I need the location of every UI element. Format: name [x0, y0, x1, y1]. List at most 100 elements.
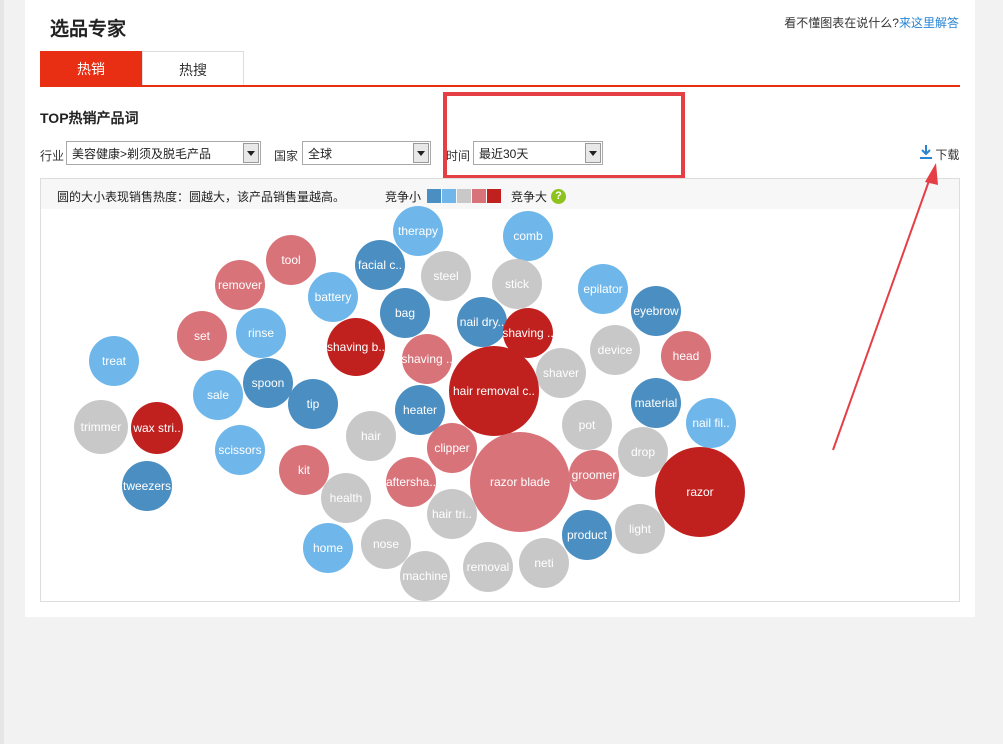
bubble-label: shaving ..	[502, 326, 553, 340]
bubble-item[interactable]: health	[321, 473, 371, 523]
page-title: 选品专家	[50, 19, 127, 40]
bubble-label: sale	[207, 388, 229, 402]
bubble-item[interactable]: shaver	[536, 348, 586, 398]
left-edge-strip	[0, 0, 4, 744]
bubble-item[interactable]: scissors	[215, 425, 265, 475]
bubble-item[interactable]: set	[177, 311, 227, 361]
bubble-item[interactable]: heater	[395, 385, 445, 435]
help-text: 看不懂图表在说什么?来这里解答	[784, 14, 959, 31]
bubble-item[interactable]: bag	[380, 288, 430, 338]
bubble-label: material	[635, 396, 678, 410]
section-title: TOP热销产品词	[40, 110, 139, 126]
bubble-item[interactable]: remover	[215, 260, 265, 310]
bubble-label: heater	[403, 403, 437, 417]
bubble-item[interactable]: trimmer	[74, 400, 128, 454]
bubble-label: comb	[513, 229, 543, 243]
bubble-item[interactable]: pot	[562, 400, 612, 450]
bubble-item[interactable]: wax stri..	[131, 402, 183, 454]
bubble-item[interactable]: head	[661, 331, 711, 381]
bubble-item[interactable]: tweezers	[122, 461, 172, 511]
download-button[interactable]: 下载	[920, 145, 959, 163]
bubble-item[interactable]: hair removal c..	[449, 346, 539, 436]
bubble-item[interactable]: shaving ..	[401, 334, 453, 384]
country-select[interactable]: 全球	[302, 141, 431, 165]
bubble-item[interactable]: therapy	[393, 206, 443, 256]
bubble-label: epilator	[583, 282, 622, 296]
annotation-highlight-box	[443, 92, 685, 179]
tab-hot-search[interactable]: 热搜	[142, 51, 244, 86]
bubble-label: home	[313, 541, 343, 555]
bubble-label: groomer	[572, 468, 617, 482]
bubble-label: tweezers	[123, 479, 171, 493]
tab-underline	[40, 85, 960, 87]
bubble-item[interactable]: tip	[288, 379, 338, 429]
bubble-item[interactable]: hair tri..	[427, 489, 477, 539]
download-icon	[920, 145, 932, 162]
bubble-label: device	[598, 343, 633, 357]
bubble-item[interactable]: tool	[266, 235, 316, 285]
bubble-item[interactable]: light	[615, 504, 665, 554]
bubble-item[interactable]: epilator	[578, 264, 628, 314]
chevron-down-icon[interactable]	[243, 143, 259, 163]
bubble-item[interactable]: product	[562, 510, 612, 560]
bubble-label: shaving ..	[401, 352, 452, 366]
bubble-item[interactable]: nose	[361, 519, 411, 569]
bubble-item[interactable]: machine	[400, 551, 450, 601]
bubble-label: set	[194, 329, 211, 343]
bubble-label: steel	[433, 269, 458, 283]
bubble-chart: 圆的大小表现销售热度：圆越大，该产品销售量越高。 竞争小 竞争大 ? thera…	[40, 178, 960, 602]
bubble-item[interactable]: drop	[618, 427, 668, 477]
bubble-item[interactable]: steel	[421, 251, 471, 301]
bubble-label: shaving b..	[327, 340, 385, 354]
bubble-item[interactable]: removal	[463, 542, 513, 592]
tab-hot-sales[interactable]: 热销	[40, 51, 142, 86]
bubble-item[interactable]: eyebrow	[631, 286, 681, 336]
bubble-item[interactable]: shaving b..	[327, 318, 385, 376]
main-card: 选品专家 看不懂图表在说什么?来这里解答 热销 热搜 TOP热销产品词 行业 美…	[25, 0, 975, 617]
bubble-item[interactable]: razor blade	[470, 432, 570, 532]
bubble-item[interactable]: neti	[519, 538, 569, 588]
bubble-label: tool	[281, 253, 300, 267]
bubble-label: tip	[307, 397, 320, 411]
bubble-label: pot	[579, 418, 596, 432]
chevron-down-icon[interactable]	[413, 143, 429, 163]
help-prefix: 看不懂图表在说什么?	[784, 16, 899, 30]
bubble-label: kit	[298, 463, 311, 477]
bubble-item[interactable]: spoon	[243, 358, 293, 408]
bubble-label: hair	[361, 429, 381, 443]
bubble-item[interactable]: home	[303, 523, 353, 573]
bubble-item[interactable]: clipper	[427, 423, 477, 473]
bubble-item[interactable]: groomer	[569, 450, 619, 500]
bubble-label: razor	[686, 485, 713, 499]
bubble-item[interactable]: comb	[503, 211, 553, 261]
help-link[interactable]: 来这里解答	[899, 16, 959, 30]
bubble-item[interactable]: sale	[193, 370, 243, 420]
bubble-item[interactable]: nail dry..	[457, 297, 507, 347]
bubble-item[interactable]: facial c..	[355, 240, 405, 290]
industry-label: 行业	[40, 149, 65, 163]
bubble-label: removal	[467, 560, 510, 574]
industry-select-value: 美容健康>剃须及脱毛产品	[72, 147, 212, 161]
bubble-label: head	[673, 349, 700, 363]
bubble-canvas: therapy comb tool facial c.. steel stick remov…	[74, 206, 745, 601]
bubble-label: machine	[402, 569, 448, 583]
bubble-item[interactable]: razor	[655, 447, 745, 537]
bubble-item[interactable]: hair	[346, 411, 396, 461]
bubble-label: spoon	[252, 376, 285, 390]
bubble-label: nail dry..	[460, 315, 504, 329]
bubble-item[interactable]: nail fil..	[686, 398, 736, 448]
bubble-item[interactable]: aftersha..	[386, 457, 436, 507]
bubble-item[interactable]: treat	[89, 336, 139, 386]
bubble-item[interactable]: stick	[492, 259, 542, 309]
bubble-item[interactable]: kit	[279, 445, 329, 495]
bubble-item[interactable]: rinse	[236, 308, 286, 358]
bubble-item[interactable]: device	[590, 325, 640, 375]
bubble-label: razor blade	[490, 475, 550, 489]
bubble-item[interactable]: battery	[308, 272, 358, 322]
bubble-label: nose	[373, 537, 399, 551]
industry-select[interactable]: 美容健康>剃须及脱毛产品	[66, 141, 261, 165]
bubble-label: wax stri..	[132, 421, 180, 435]
bubble-item[interactable]: material	[631, 378, 681, 428]
bubble-label: rinse	[248, 326, 274, 340]
download-label: 下载	[935, 148, 960, 162]
